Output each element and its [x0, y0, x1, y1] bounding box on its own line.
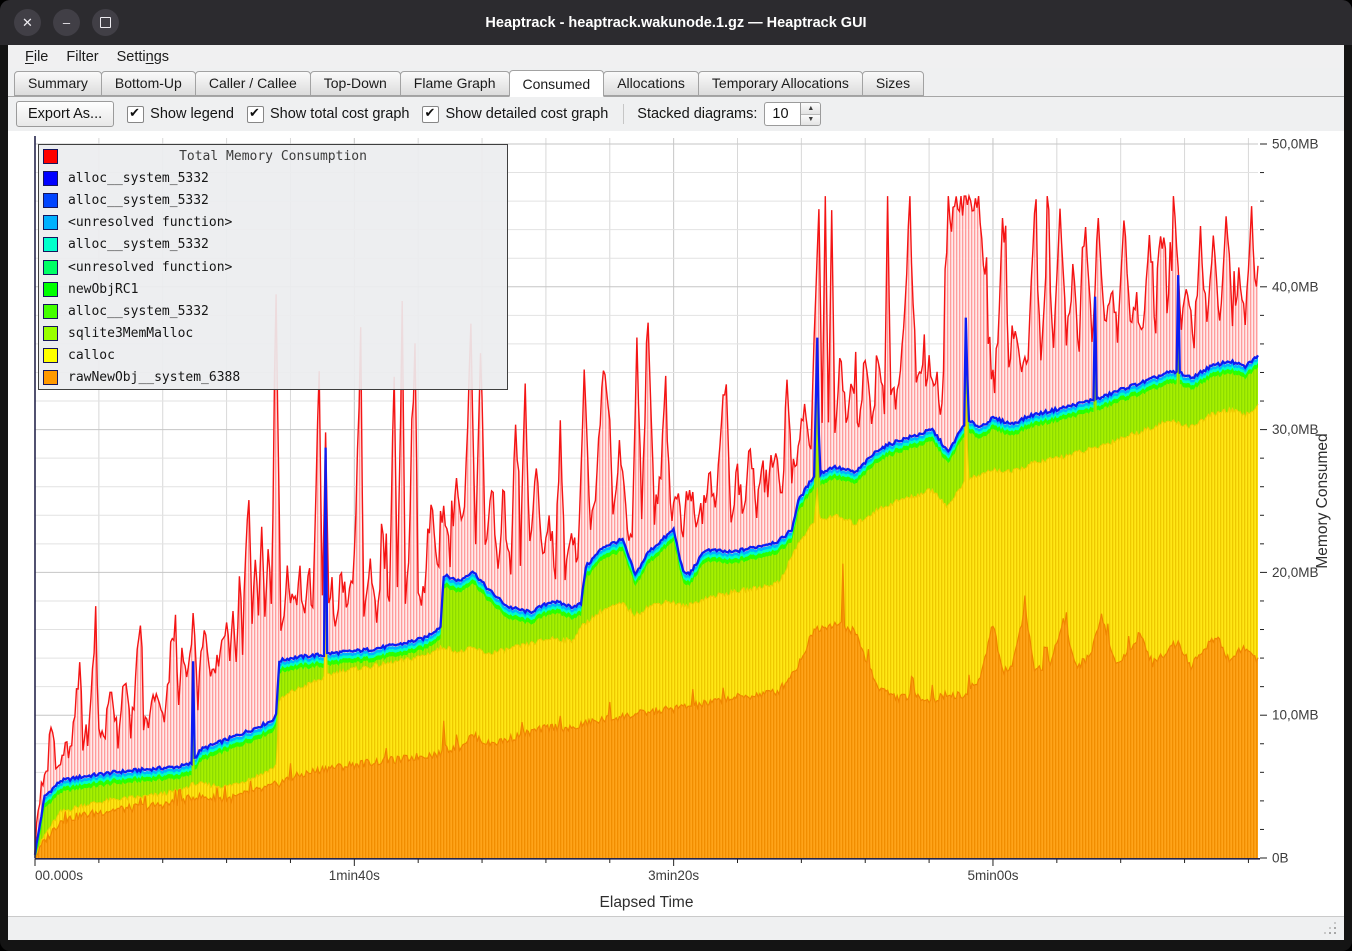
tab-sizes[interactable]: Sizes [862, 71, 924, 96]
maximize-icon [100, 17, 111, 28]
checkbox-icon[interactable] [422, 106, 439, 123]
menu-item-settings[interactable]: Settings [108, 48, 178, 66]
legend-swatch-icon [43, 193, 58, 208]
svg-text:30,0MB: 30,0MB [1272, 422, 1319, 437]
legend-swatch-icon [43, 326, 58, 341]
y-axis-title: Memory Consumed [1314, 433, 1331, 568]
checkbox-icon[interactable] [127, 106, 144, 123]
legend-row: calloc [39, 345, 507, 367]
maximize-button[interactable] [92, 9, 119, 36]
legend-row: Total Memory Consumption [39, 145, 507, 167]
svg-text:1min40s: 1min40s [329, 868, 380, 883]
checkbox-label: Show legend [150, 106, 234, 122]
export-as-button[interactable]: Export As... [16, 101, 114, 127]
tab-top-down[interactable]: Top-Down [310, 71, 401, 96]
window-controls: ✕ – [14, 9, 119, 36]
svg-text:3min20s: 3min20s [648, 868, 699, 883]
svg-text:20,0MB: 20,0MB [1272, 565, 1319, 580]
stacked-diagrams-input[interactable] [764, 102, 800, 126]
legend-swatch-icon [43, 260, 58, 275]
checkbox-show-legend[interactable]: Show legend [127, 106, 234, 123]
legend-row: rawNewObj__system_6388 [39, 367, 507, 389]
legend-label: alloc__system_5332 [68, 193, 209, 208]
checkbox-label: Show detailed cost graph [445, 106, 608, 122]
legend-row: newObjRC1 [39, 278, 507, 300]
window-content: FileFilterSettings SummaryBottom-UpCalle… [8, 45, 1344, 940]
legend-label: sqlite3MemMalloc [68, 326, 193, 341]
legend-label: alloc__system_5332 [68, 237, 209, 252]
legend-swatch-icon [43, 215, 58, 230]
tab-flame-graph[interactable]: Flame Graph [400, 71, 510, 96]
stacked-diagrams-spinbox: ▲ ▼ [764, 102, 821, 126]
legend-label: alloc__system_5332 [68, 304, 209, 319]
window-title: Heaptrack - heaptrack.wakunode.1.gz — He… [120, 0, 1232, 45]
tab-bottom-up[interactable]: Bottom-Up [101, 71, 196, 96]
close-icon: ✕ [22, 16, 33, 29]
legend-swatch-icon [43, 171, 58, 186]
svg-text:10,0MB: 10,0MB [1272, 708, 1319, 723]
resize-grip[interactable] [1324, 922, 1336, 934]
stacked-diagrams-label: Stacked diagrams: [637, 106, 757, 122]
tab-caller-callee[interactable]: Caller / Callee [195, 71, 311, 96]
legend-swatch-icon [43, 149, 58, 164]
legend-row: alloc__system_5332 [39, 234, 507, 256]
chart-legend: Total Memory Consumption alloc__system_53… [38, 144, 508, 390]
legend-row: sqlite3MemMalloc [39, 323, 507, 345]
legend-label: <unresolved function> [68, 215, 232, 230]
minimize-icon: – [63, 16, 70, 29]
legend-row: <unresolved function> [39, 256, 507, 278]
checkbox-show-total-cost-graph[interactable]: Show total cost graph [247, 106, 409, 123]
svg-text:50,0MB: 50,0MB [1272, 137, 1319, 152]
legend-label: Total Memory Consumption [68, 149, 478, 164]
legend-row: <unresolved function> [39, 212, 507, 234]
legend-label: rawNewObj__system_6388 [68, 370, 240, 385]
svg-text:0B: 0B [1272, 851, 1289, 866]
menu-item-file[interactable]: File [16, 48, 57, 66]
application-window: ✕ – Heaptrack - heaptrack.wakunode.1.gz … [0, 0, 1352, 951]
legend-swatch-icon [43, 304, 58, 319]
svg-text:5min00s: 5min00s [967, 868, 1018, 883]
legend-swatch-icon [43, 237, 58, 252]
checkbox-show-detailed-cost-graph[interactable]: Show detailed cost graph [422, 106, 608, 123]
minimize-button[interactable]: – [53, 9, 80, 36]
menu-item-filter[interactable]: Filter [57, 48, 107, 66]
checkbox-icon[interactable] [247, 106, 264, 123]
checkbox-label: Show total cost graph [270, 106, 409, 122]
legend-row: alloc__system_5332 [39, 189, 507, 211]
legend-swatch-icon [43, 282, 58, 297]
x-axis-title: Elapsed Time [600, 894, 694, 911]
spin-up-button[interactable]: ▲ [801, 103, 820, 115]
spin-down-button[interactable]: ▼ [801, 115, 820, 126]
toolbar: Export As... Show legend Show total cost … [8, 97, 1344, 131]
tab-consumed[interactable]: Consumed [509, 70, 605, 97]
tab-allocations[interactable]: Allocations [603, 71, 699, 96]
legend-row: alloc__system_5332 [39, 300, 507, 322]
legend-label: alloc__system_5332 [68, 171, 209, 186]
tab-temporary-allocations[interactable]: Temporary Allocations [698, 71, 863, 96]
svg-text:40,0MB: 40,0MB [1272, 279, 1319, 294]
legend-label: calloc [68, 348, 115, 363]
legend-label: newObjRC1 [68, 282, 138, 297]
toolbar-separator [623, 104, 624, 124]
menu-bar: FileFilterSettings [8, 45, 1344, 68]
status-bar [8, 916, 1344, 940]
legend-label: <unresolved function> [68, 260, 232, 275]
legend-row: alloc__system_5332 [39, 167, 507, 189]
legend-swatch-icon [43, 348, 58, 363]
memory-consumption-chart: 00.000s 1min40s 3min20s 5min00s 0B 10,0MB 20,0… [8, 131, 1344, 916]
tab-summary[interactable]: Summary [14, 71, 102, 96]
close-button[interactable]: ✕ [14, 9, 41, 36]
title-bar: ✕ – Heaptrack - heaptrack.wakunode.1.gz … [0, 0, 1352, 45]
legend-swatch-icon [43, 370, 58, 385]
tab-bar: SummaryBottom-UpCaller / CalleeTop-DownF… [8, 68, 1344, 97]
svg-text:00.000s: 00.000s [35, 868, 83, 883]
